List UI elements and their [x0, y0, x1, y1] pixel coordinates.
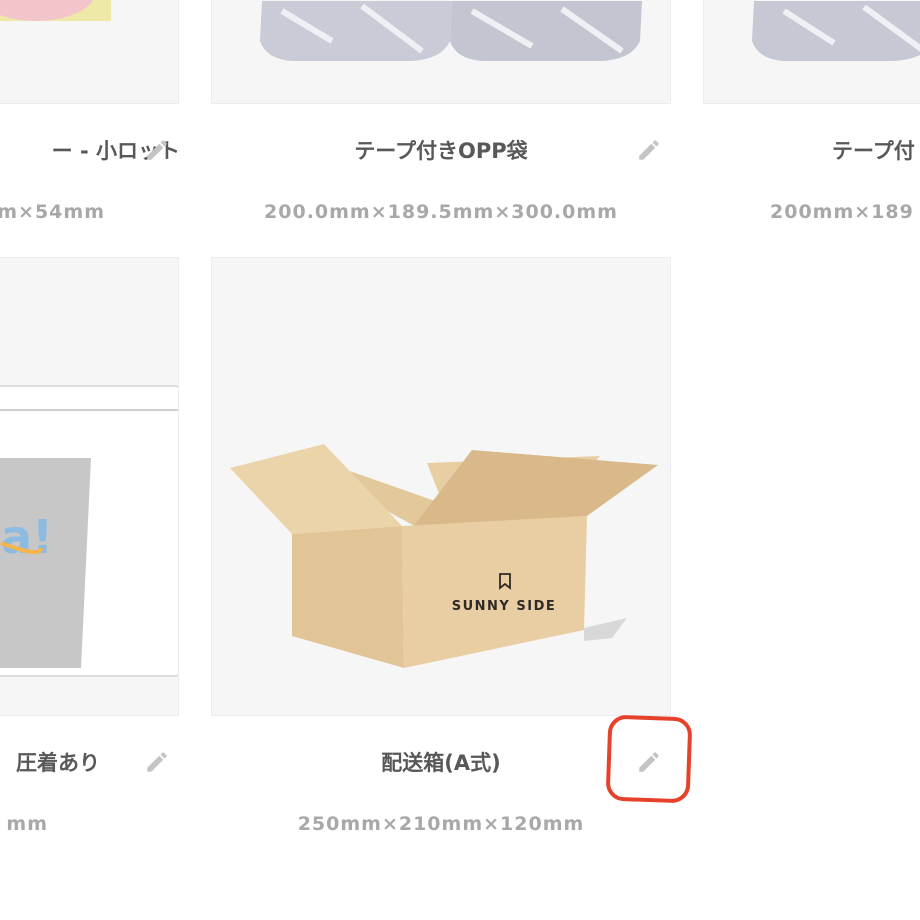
pencil-icon [147, 140, 167, 160]
pencil-icon [639, 140, 659, 160]
svg-text:a!: a! [1, 510, 53, 564]
edit-button[interactable] [632, 133, 666, 167]
product-dimensions: 200mm×189 [770, 201, 914, 223]
product-title: 配送箱(A式) [381, 751, 501, 775]
edit-button[interactable] [140, 745, 174, 779]
edit-button[interactable] [140, 133, 174, 167]
product-image-tape-bag[interactable] [703, 0, 920, 104]
product-dimensions: mm [6, 813, 48, 835]
product-image-zip-bag[interactable]: a! [0, 257, 179, 716]
product-title: 圧着あり [16, 751, 100, 775]
product-dimensions: 200.0mm×189.5mm×300.0mm [264, 201, 618, 223]
highlight-annotation [605, 714, 693, 804]
product-image-sticker[interactable] [0, 0, 179, 104]
pencil-icon [147, 752, 167, 772]
product-dimensions: m×54mm [0, 201, 105, 223]
product-title: テープ付 [832, 139, 915, 163]
box-brand-text: SUNNY SIDE [452, 599, 557, 614]
product-image-shipping-box[interactable]: SUNNY SIDE [211, 257, 671, 716]
product-image-opp-bag[interactable] [211, 0, 671, 104]
product-title: テープ付きOPP袋 [354, 139, 528, 163]
product-dimensions: 250mm×210mm×120mm [297, 813, 585, 835]
